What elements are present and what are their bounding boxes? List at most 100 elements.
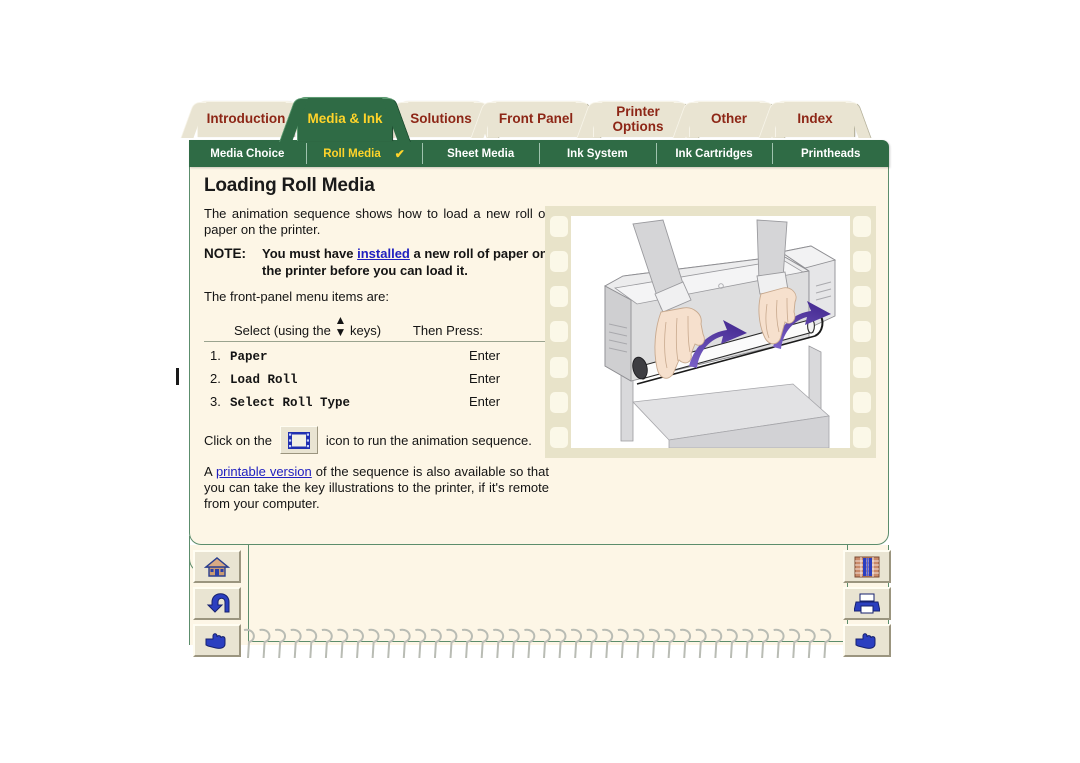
animation-film-button[interactable]	[279, 426, 318, 455]
subtab-label: Sheet Media	[447, 147, 515, 160]
print-button[interactable]	[843, 587, 891, 620]
filmstrip-sprocket-hole	[550, 356, 568, 378]
spiral-ring	[337, 628, 349, 659]
subtab-ink-system[interactable]: Ink System	[539, 140, 656, 167]
tab-label: Solutions	[410, 111, 472, 127]
forward-button[interactable]	[843, 624, 891, 657]
intro-paragraph: The animation sequence shows how to load…	[204, 206, 549, 237]
content-panel: Loading Roll Media The animation sequenc…	[189, 166, 889, 545]
subtab-label: Roll Media	[323, 147, 381, 160]
spiral-ring	[773, 628, 785, 659]
tab-label: Other	[710, 111, 747, 127]
tab-label: Index	[797, 111, 833, 127]
text-caret-marker	[176, 368, 179, 385]
home-button[interactable]	[193, 550, 241, 583]
spiral-ring	[789, 628, 801, 659]
spiral-ring	[461, 628, 473, 659]
spiral-ring	[384, 628, 396, 659]
spiral-ring	[446, 628, 458, 659]
press-header: Then Press:	[412, 323, 483, 339]
spiral-ring	[680, 628, 692, 659]
forward-icon	[204, 630, 230, 652]
forward-button[interactable]	[193, 624, 241, 657]
spiral-ring	[259, 628, 271, 659]
spiral-ring	[757, 628, 769, 659]
illustration-filmstrip[interactable]	[545, 206, 876, 458]
select-header: Select (using the ▲ ▼ keys)	[234, 314, 381, 338]
home-icon	[204, 556, 230, 578]
filmstrip-holes-left	[550, 216, 568, 448]
menu-table-row: 2. Load Roll Enter	[204, 371, 549, 387]
spiral-ring	[493, 628, 505, 659]
note-block: NOTE: You must have installed a new roll…	[204, 246, 549, 279]
spiral-ring	[290, 628, 302, 659]
spiral-ring	[306, 628, 318, 659]
subtab-roll-media[interactable]: Roll Media ✔	[305, 140, 423, 167]
printable-version-link[interactable]: printable version	[216, 464, 312, 479]
tab-slant-right	[845, 102, 872, 138]
spiral-ring	[633, 628, 645, 659]
spiral-ring	[477, 628, 489, 659]
spiral-ring	[570, 628, 582, 659]
click-suffix-text: icon to run the animation sequence.	[325, 432, 532, 448]
spiral-ring	[243, 628, 255, 659]
select-header-tail: keys)	[349, 323, 382, 339]
checkmark-icon: ✔	[394, 146, 405, 161]
printable-version-paragraph: A printable version of the sequence is a…	[204, 464, 549, 512]
spiral-ring	[415, 628, 427, 659]
spiral-ring	[602, 628, 614, 659]
tab-index[interactable]: Index	[758, 101, 872, 138]
subtab-sheet-media[interactable]: Sheet Media	[422, 140, 539, 167]
subtab-printheads[interactable]: Printheads	[772, 140, 889, 167]
click-prefix-text: Click on the	[204, 432, 272, 448]
printable-prefix: A	[204, 464, 216, 480]
spiral-ring	[352, 628, 364, 659]
menu-row-number: 2.	[210, 371, 221, 387]
tab-solutions[interactable]: Solutions	[382, 101, 500, 138]
installed-link[interactable]: installed	[357, 246, 410, 261]
filmstrip-sprocket-hole	[853, 391, 871, 413]
spiral-ring	[617, 628, 629, 659]
tab-label: Printer Options	[612, 103, 664, 134]
filmstrip-sprocket-hole	[550, 251, 568, 273]
bookshelf-icon	[854, 556, 880, 578]
filmstrip-sprocket-hole	[550, 216, 568, 237]
subtab-ink-cartridges[interactable]: Ink Cartridges	[655, 140, 773, 167]
filmstrip-sprocket-hole	[550, 426, 568, 448]
spiral-ring	[711, 628, 723, 659]
tab-front-panel[interactable]: Front Panel	[470, 101, 602, 138]
spiral-ring	[368, 628, 380, 659]
filmstrip-sprocket-hole	[853, 286, 871, 308]
film-strip-icon	[287, 431, 310, 449]
printer-illustration	[571, 216, 850, 448]
tab-introduction[interactable]: Introduction	[180, 101, 312, 138]
tab-other[interactable]: Other	[672, 101, 786, 138]
subtab-media-choice[interactable]: Media Choice	[189, 140, 306, 167]
content-text-column: The animation sequence shows how to load…	[204, 206, 549, 525]
up-down-arrow-icon: ▲ ▼	[334, 313, 347, 340]
menu-row-number: 1.	[210, 348, 221, 364]
sub-tab-bar: Media Choice Roll Media ✔ Sheet Media Ink Sy…	[189, 140, 889, 167]
tab-printer-options[interactable]: Printer Options	[576, 101, 700, 138]
bookshelf-button[interactable]	[843, 550, 891, 583]
tab-label: Introduction	[206, 111, 286, 127]
page-title: Loading Roll Media	[204, 175, 375, 196]
select-header-text: Select (using the	[234, 323, 331, 339]
print-icon	[854, 593, 880, 615]
main-tab-bar: Introduction Media & Ink Solutions Front Pa…	[180, 97, 891, 142]
tab-media-ink[interactable]: Media & Ink	[278, 97, 412, 142]
menu-table-row: 1. Paper Enter	[204, 348, 549, 364]
back-button[interactable]	[193, 587, 241, 620]
menu-table-rule	[204, 341, 549, 343]
menu-table-row: 3. Select Roll Type Enter	[204, 394, 549, 410]
spiral-ring	[524, 628, 536, 659]
menu-row-item: Load Roll	[230, 373, 298, 388]
spiral-ring	[804, 628, 816, 659]
tab-label: Media & Ink	[307, 111, 383, 127]
menu-row-press-key: Enter	[469, 348, 501, 364]
menu-intro-paragraph: The front-panel menu items are:	[204, 289, 389, 305]
filmstrip-sprocket-hole	[853, 251, 871, 273]
menu-row-press-key: Enter	[469, 371, 501, 387]
spiral-ring	[555, 628, 567, 659]
spiral-ring	[539, 628, 551, 659]
